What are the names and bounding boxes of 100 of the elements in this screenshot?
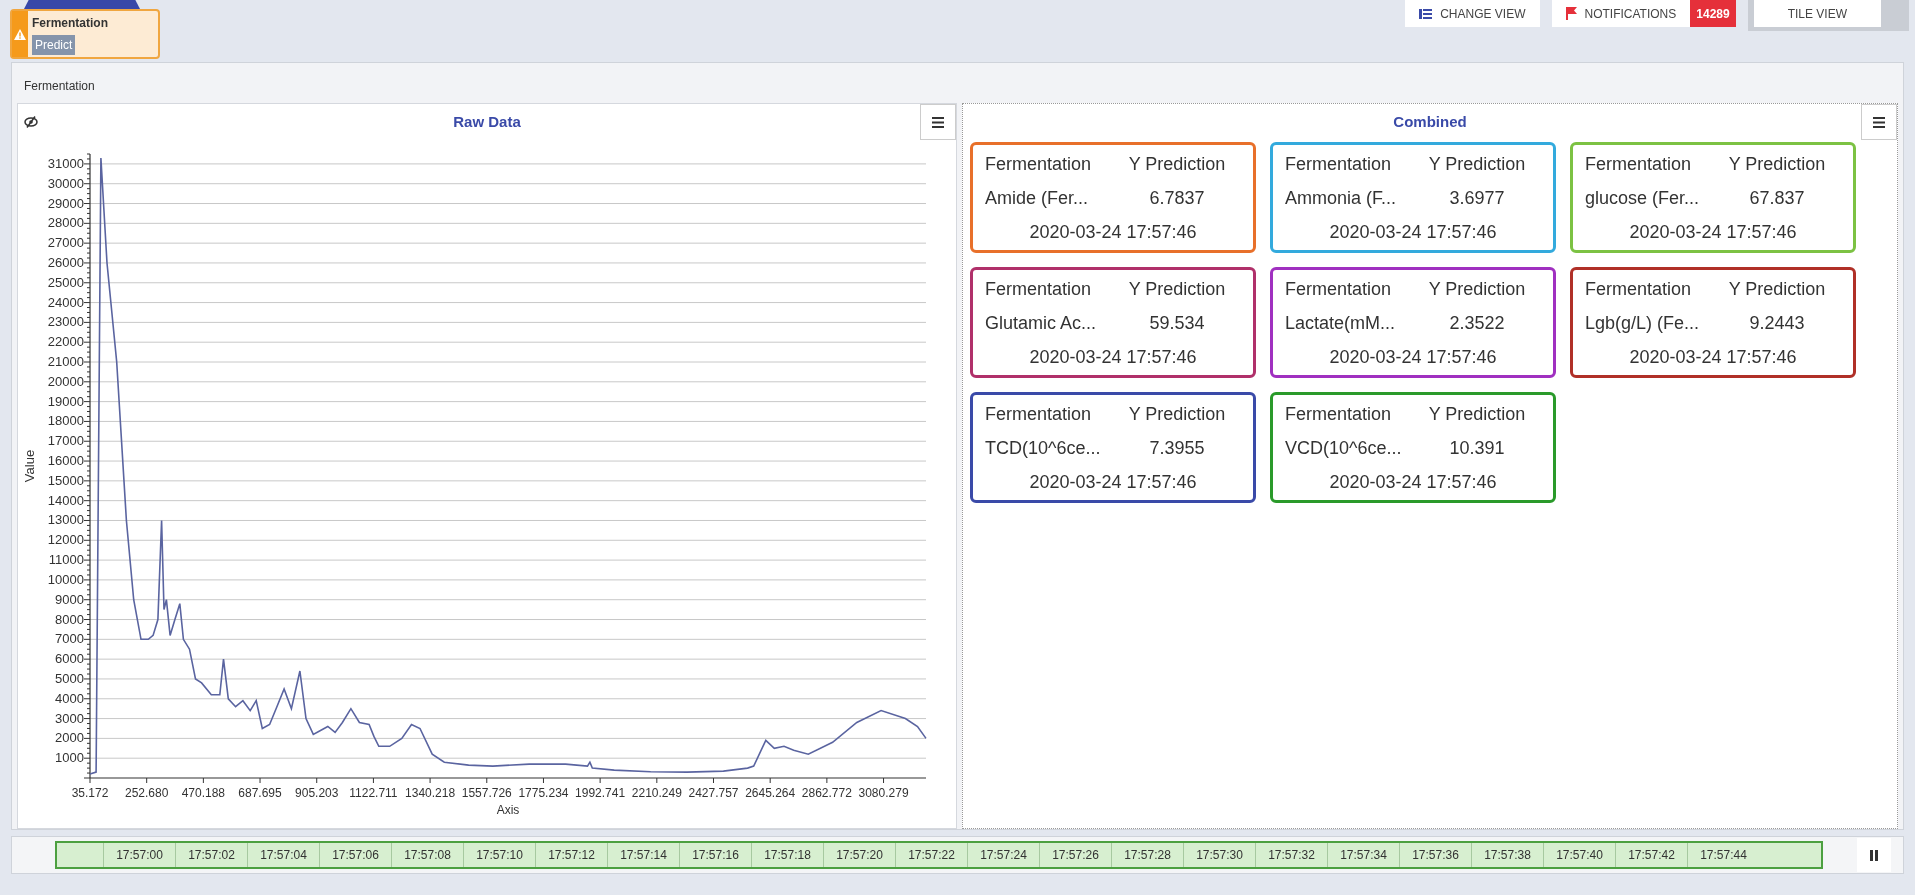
time-label: 17:57:24	[980, 847, 1027, 864]
prediction-value: 59.534	[1148, 312, 1206, 335]
flag-icon	[1565, 7, 1577, 20]
axis-tick-label: 17000	[47, 433, 84, 449]
axis-tick-label: 26000	[47, 254, 84, 270]
card-source: Fermentation	[985, 278, 1093, 301]
panel-title: Fermentation	[24, 79, 95, 93]
time-label: 17:57:28	[1124, 847, 1171, 864]
time-label: 17:57:12	[548, 847, 595, 864]
axis-tick-label: 1122.711	[349, 786, 398, 800]
axis-tick-label: 21000	[47, 354, 84, 369]
panel-heading: Combined	[1393, 111, 1467, 132]
axis-tick-label: 14000	[47, 492, 84, 508]
prediction-value: 6.7837	[1148, 187, 1206, 210]
y-axis-title: Value	[22, 449, 37, 483]
variable-name: glucose (Fer...	[1585, 187, 1701, 210]
prediction-value: 3.6977	[1448, 187, 1506, 210]
time-label: 17:57:22	[908, 847, 955, 864]
menu-button[interactable]	[1861, 104, 1897, 140]
axis-tick-label: 28000	[47, 215, 84, 231]
variable-name: Amide (Fer...	[985, 187, 1090, 210]
axis-tick-label: 3000	[55, 710, 84, 726]
prediction-value: 67.837	[1748, 187, 1806, 210]
axis-tick-label: 5000	[55, 670, 84, 686]
menu-icon	[1873, 116, 1885, 128]
change-view-button[interactable]: CHANGE VIEW	[1405, 0, 1540, 27]
menu-button[interactable]	[920, 104, 956, 140]
axis-tick-label: 1557.726	[461, 786, 512, 800]
card-heading: Y Prediction	[1427, 278, 1527, 301]
axis-tick-label: 8000	[55, 611, 84, 627]
time-label: 17:57:10	[476, 847, 523, 864]
axis-tick-label: 23000	[47, 314, 84, 330]
prediction-value: 7.3955	[1148, 437, 1206, 460]
prediction-value: 9.2443	[1748, 312, 1806, 335]
pause-icon	[1870, 849, 1878, 861]
axis-tick-label: 31000	[47, 155, 84, 171]
axis-tick-label: 24000	[47, 294, 84, 310]
timestamp: 2020-03-24 17:57:46	[1328, 346, 1498, 369]
axis-tick-label: 15000	[47, 472, 84, 488]
time-label: 17:57:18	[764, 847, 811, 864]
axis-tick-label: 6000	[55, 651, 84, 667]
warning-icon	[14, 28, 26, 40]
time-label: 17:57:02	[188, 847, 235, 864]
variable-name: TCD(10^6ce...	[985, 437, 1102, 460]
axis-tick-label: 11000	[48, 552, 84, 568]
notification-count: 14289	[1690, 0, 1736, 27]
time-label: 17:57:34	[1340, 847, 1387, 864]
axis-tick-label: 29000	[47, 195, 84, 211]
time-label: 17:57:30	[1196, 847, 1243, 864]
card-heading: Y Prediction	[1427, 403, 1527, 426]
variable-name: Glutamic Ac...	[985, 312, 1098, 335]
card-source: Fermentation	[1285, 403, 1393, 426]
axis-tick-label: 18000	[47, 413, 84, 429]
card-source: Fermentation	[1285, 153, 1393, 176]
tile-view-button[interactable]: TILE VIEW	[1753, 0, 1881, 27]
time-label: 17:57:38	[1484, 847, 1531, 864]
axis-tick-label: 27000	[47, 235, 84, 251]
pause-button[interactable]	[1857, 838, 1891, 872]
axis-tick-label: 10000	[47, 571, 84, 587]
alert-tab[interactable]: Fermentation Predict	[10, 9, 160, 59]
axis-tick-label: 30000	[47, 175, 84, 191]
axis-tick-label: 1775.234	[518, 786, 569, 800]
axis-tick-label: 470.188	[181, 786, 226, 800]
time-label: 17:57:20	[836, 847, 883, 864]
axis-tick-label: 2427.757	[688, 786, 739, 800]
axis-tick-label: 1340.218	[405, 786, 456, 800]
time-label: 17:57:14	[620, 847, 667, 864]
eye-slash-icon[interactable]	[24, 116, 38, 128]
axis-tick-label: 1992.741	[575, 786, 626, 800]
variable-name: Ammonia (F...	[1285, 187, 1398, 210]
axis-tick-label: 22000	[47, 334, 84, 350]
axis-tick-label: 2645.264	[745, 786, 796, 800]
axis-tick-label: 252.680	[125, 786, 169, 800]
axis-tick-label: 13000	[47, 512, 84, 528]
time-label: 17:57:36	[1412, 847, 1459, 864]
card-heading: Y Prediction	[1727, 278, 1827, 301]
axis-tick-label: 20000	[47, 373, 84, 389]
notifications-button[interactable]: NOTIFICATIONS	[1551, 0, 1691, 27]
axis-tick-label: 2862.772	[801, 786, 852, 800]
timeline-bar[interactable]	[55, 841, 1823, 869]
card-source: Fermentation	[1285, 278, 1393, 301]
time-label: 17:57:08	[404, 847, 451, 864]
card-heading: Y Prediction	[1427, 153, 1527, 176]
card-heading: Y Prediction	[1127, 278, 1227, 301]
timestamp: 2020-03-24 17:57:46	[1028, 346, 1198, 369]
card-source: Fermentation	[1585, 278, 1693, 301]
prediction-value: 10.391	[1448, 437, 1506, 460]
axis-tick-label: 1000	[55, 750, 84, 766]
card-source: Fermentation	[985, 403, 1093, 426]
timestamp: 2020-03-24 17:57:46	[1628, 221, 1798, 244]
variable-name: Lactate(mM...	[1285, 312, 1397, 335]
time-label: 17:57:40	[1556, 847, 1603, 864]
variable-name: Lgb(g/L) (Fe...	[1585, 312, 1701, 335]
prediction-value: 2.3522	[1448, 312, 1506, 335]
axis-tick-label: 35.172	[71, 786, 109, 800]
card-heading: Y Prediction	[1727, 153, 1827, 176]
time-label: 17:57:44	[1700, 847, 1747, 864]
axis-tick-label: 3080.279	[858, 786, 909, 800]
axis-tick-label: 16000	[47, 453, 84, 469]
x-axis-title: Axis	[496, 803, 520, 817]
